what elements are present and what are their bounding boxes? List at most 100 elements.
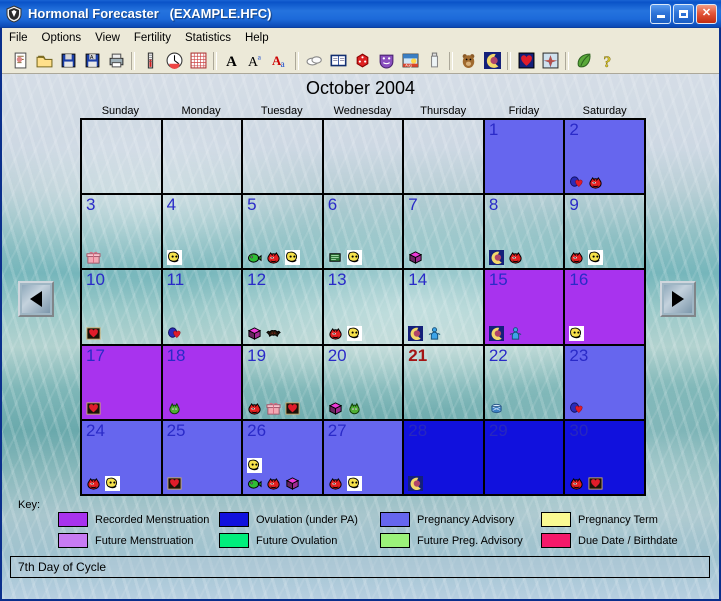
grid-chart-icon[interactable] [186,49,210,72]
calendar-day-cell-8[interactable]: 8 [484,195,566,271]
calendar-aug-icon[interactable]: Aug [398,49,422,72]
yellow-face-icon[interactable] [346,325,362,341]
yellow-face-icon[interactable] [588,250,604,266]
black-heart-card-icon[interactable] [588,476,603,491]
green-fish-icon[interactable] [247,250,262,265]
pink-gift-icon[interactable] [266,401,281,416]
magenta-cube-icon[interactable] [285,476,300,491]
bat-icon[interactable] [266,326,281,341]
calendar-day-cell-12[interactable]: 12 [243,270,324,346]
red-face-icon[interactable] [266,476,281,491]
calendar-day-cell-30[interactable]: 30 [565,420,646,496]
calendar-day-cell-20[interactable]: 20 [323,345,405,421]
open-folder-icon[interactable] [32,49,56,72]
calendar-day-cell-24[interactable]: 24 [82,420,163,496]
clouds-icon[interactable] [302,49,326,72]
next-month-button[interactable] [660,281,696,317]
moon-icon[interactable] [408,475,424,491]
menu-item-fertility[interactable]: Fertility [127,30,178,46]
bear-icon[interactable] [456,49,480,72]
yellow-face-icon[interactable] [285,250,301,266]
blue-person-icon[interactable] [427,326,442,341]
yellow-face-icon[interactable] [247,457,263,473]
moon-icon[interactable] [488,325,504,341]
calendar-day-cell-25[interactable]: 25 [162,420,244,496]
pink-gift-icon[interactable] [86,250,101,265]
calendar-day-cell-10[interactable]: 10 [82,270,163,346]
menu-item-statistics[interactable]: Statistics [178,30,238,46]
red-face-icon[interactable] [569,250,584,265]
green-fish-icon[interactable] [247,476,262,491]
black-heart-card-icon[interactable] [86,401,101,416]
save-as-disk-icon[interactable]: A [80,49,104,72]
calendar-day-cell-27[interactable]: 27 [323,420,405,496]
green-creature-icon[interactable] [167,401,182,416]
red-face-icon[interactable] [247,401,262,416]
red-face-icon[interactable] [508,250,523,265]
calendar-day-cell-9[interactable]: 9 [565,195,646,271]
thermometer-icon[interactable] [138,49,162,72]
bottle-icon[interactable] [422,49,446,72]
masks-icon[interactable] [374,49,398,72]
magenta-cube-icon[interactable] [328,401,343,416]
calendar-day-cell-19[interactable]: 19 [243,345,324,421]
yellow-face-icon[interactable] [569,325,585,341]
dice-icon[interactable] [350,49,374,72]
calendar-day-cell-17[interactable]: 17 [82,345,163,421]
black-heart-card-icon[interactable] [86,326,101,341]
calendar-day-cell-16[interactable]: 16 [565,270,646,346]
red-face-icon[interactable] [328,326,343,341]
calendar-day-cell-14[interactable]: 14 [404,270,485,346]
calendar-day-cell-23[interactable]: 23 [565,345,646,421]
magenta-cube-icon[interactable] [247,326,262,341]
yellow-face-icon[interactable] [105,475,120,491]
calendar-day-cell-2[interactable]: 2 [565,120,646,196]
red-face-icon[interactable] [569,476,584,491]
magenta-cube-icon[interactable] [408,250,423,265]
moon-icon[interactable] [408,325,424,341]
font-size-a-icon[interactable]: Aa [244,49,268,72]
calendar-day-cell-22[interactable]: 22 [484,345,566,421]
menu-item-view[interactable]: View [88,30,127,46]
red-face-icon[interactable] [86,476,101,491]
blue-drum-icon[interactable] [489,401,504,416]
black-heart-card-icon[interactable] [167,476,182,491]
moon-icon[interactable] [488,250,504,266]
calendar-day-cell-21[interactable]: 21 [404,345,485,421]
font-bold-a-icon[interactable]: A [220,49,244,72]
menu-item-help[interactable]: Help [238,30,276,46]
yellow-face-icon[interactable] [346,250,362,266]
print-icon[interactable] [104,49,128,72]
calendar-day-cell-26[interactable]: 26 [243,420,324,496]
yellow-face-icon[interactable] [166,250,182,266]
heart-balloon-icon[interactable] [569,175,584,190]
menu-item-options[interactable]: Options [35,30,89,46]
calendar-day-cell-6[interactable]: 6 [323,195,405,271]
menu-item-file[interactable]: File [2,30,35,46]
book-icon[interactable] [326,49,350,72]
calendar-day-cell-11[interactable]: 11 [162,270,244,346]
black-heart-card-icon[interactable] [285,401,300,416]
minimize-button[interactable] [650,3,671,24]
blue-person-icon[interactable] [508,326,523,341]
close-button[interactable]: ✕ [696,3,717,24]
moon-icon[interactable] [480,49,504,72]
green-note-icon[interactable] [328,250,343,265]
red-face-icon[interactable] [328,476,343,491]
calendar-day-cell-1[interactable]: 1 [484,120,566,196]
green-creature-icon[interactable] [347,401,362,416]
calendar-day-cell-4[interactable]: 4 [162,195,244,271]
heart-card-icon[interactable] [514,49,538,72]
calendar-day-cell-15[interactable]: 15 [484,270,566,346]
leaf-icon[interactable] [572,49,596,72]
heart-balloon-icon[interactable] [167,326,182,341]
calendar-day-cell-18[interactable]: 18 [162,345,244,421]
red-face-icon[interactable] [266,250,281,265]
yellow-face-icon[interactable] [346,475,362,491]
maximize-button[interactable] [673,3,694,24]
calendar-day-cell-3[interactable]: 3 [82,195,163,271]
heart-balloon-icon[interactable] [569,401,584,416]
font-color-a-icon[interactable]: Aa [268,49,292,72]
previous-month-button[interactable] [18,281,54,317]
calendar-day-cell-29[interactable]: 29 [484,420,566,496]
